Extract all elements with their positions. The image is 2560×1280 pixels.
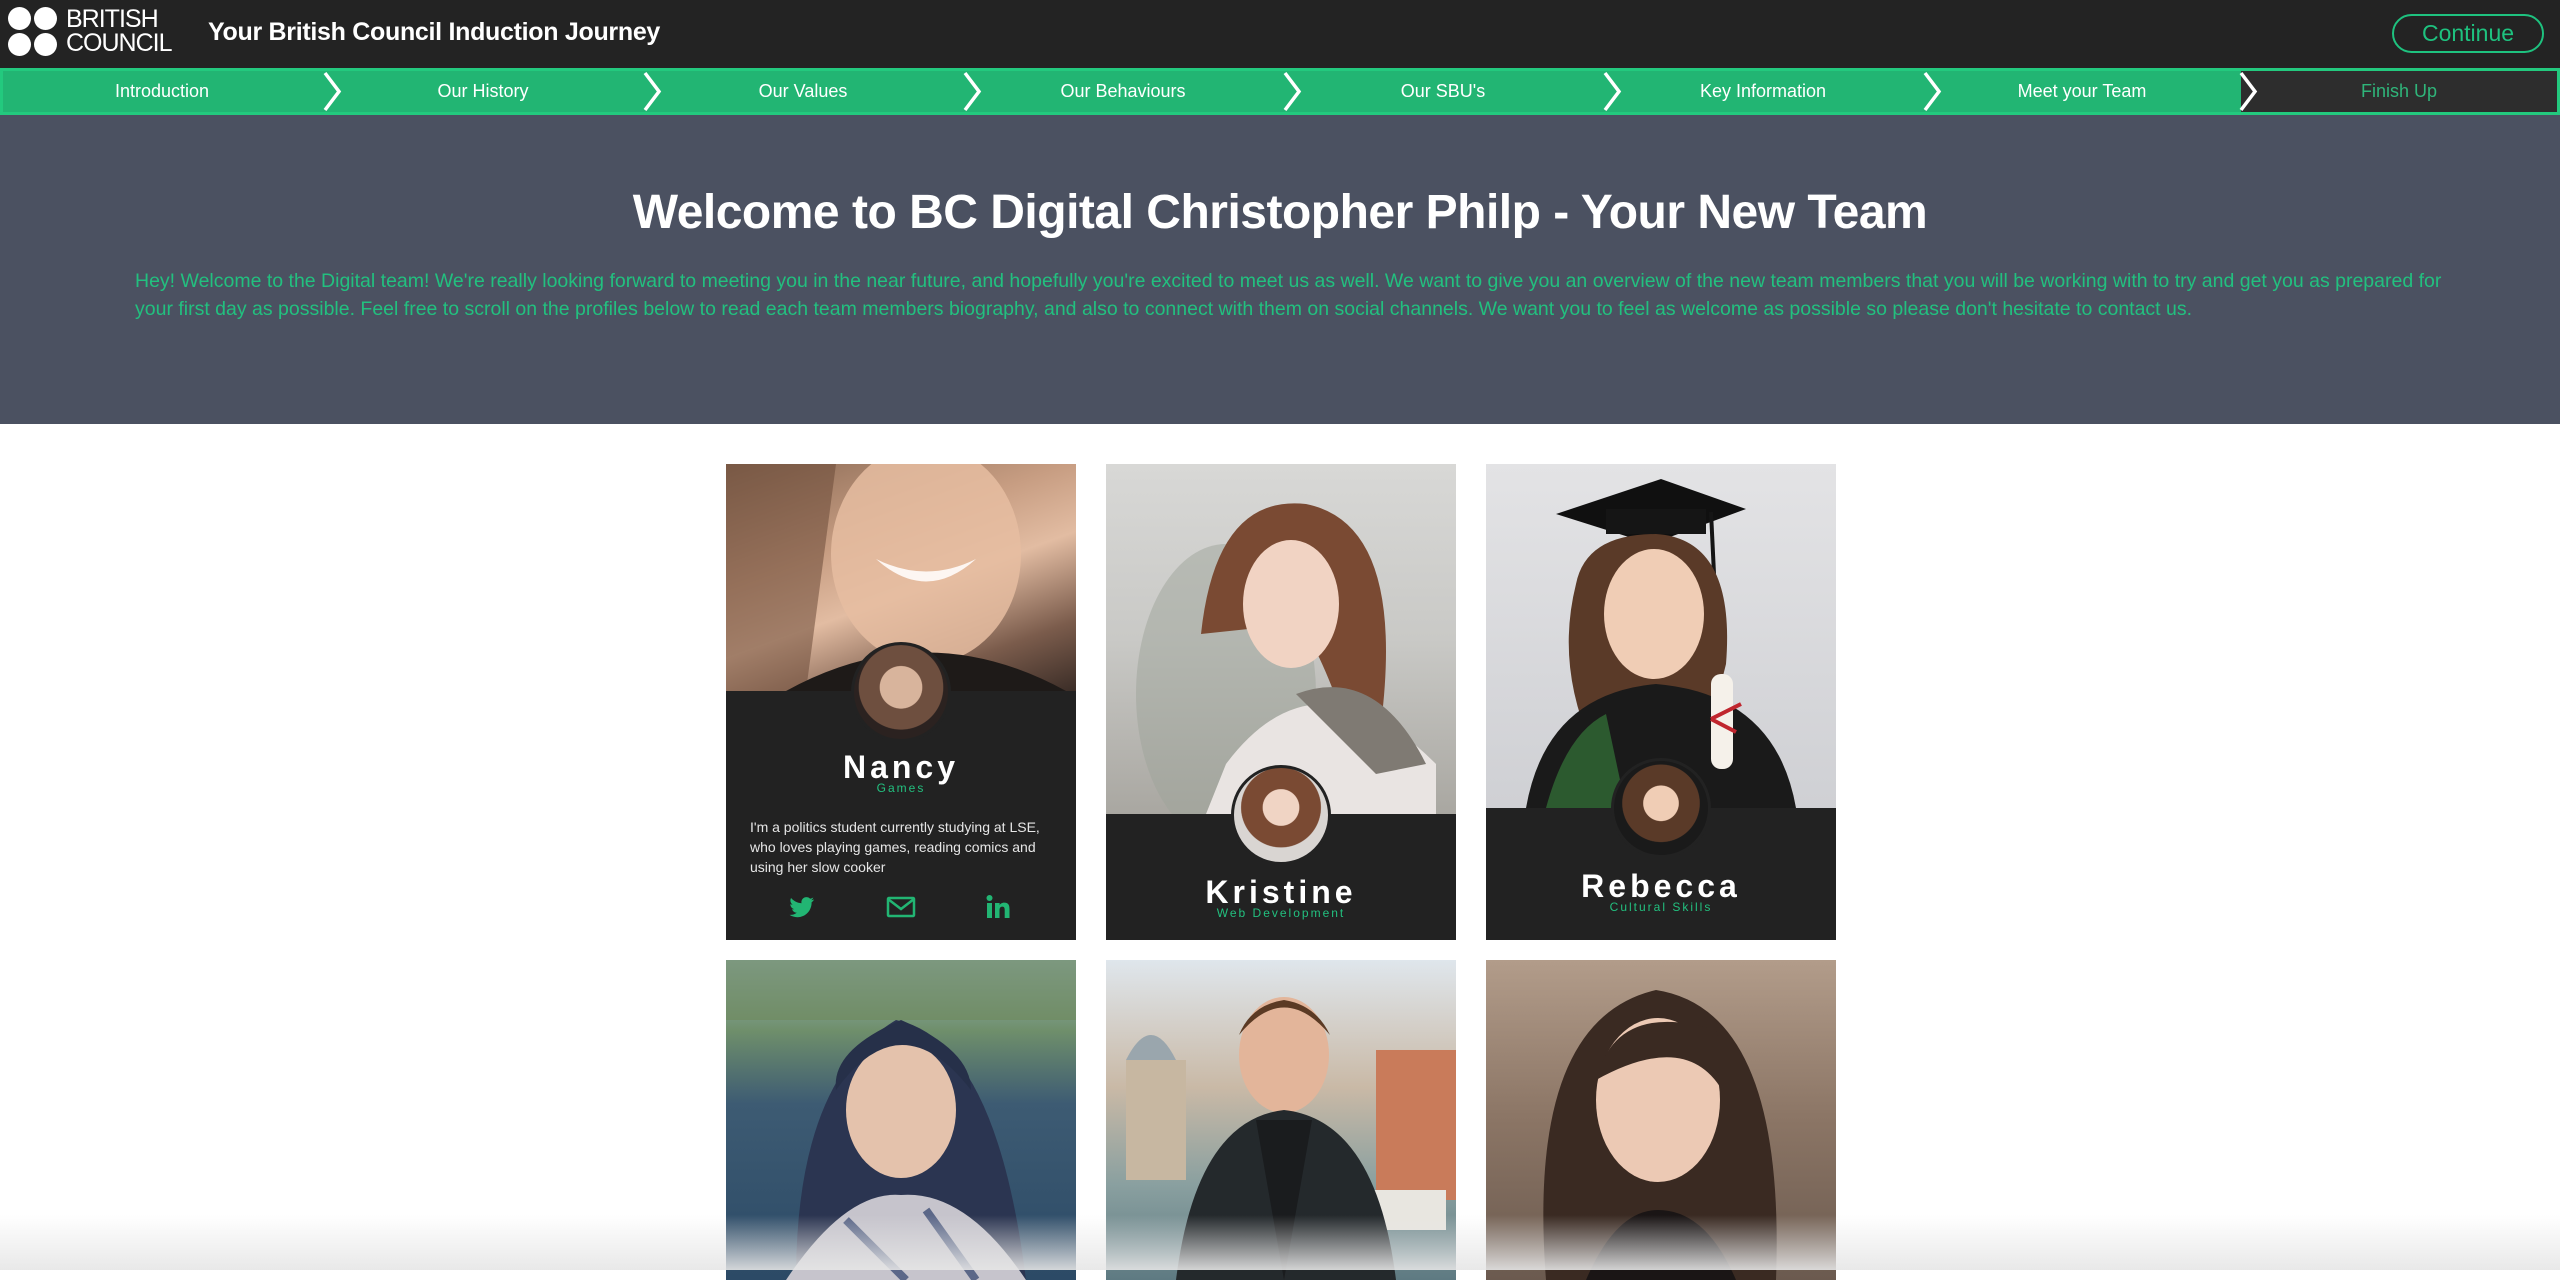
step-key-information[interactable]: Key Information xyxy=(1603,71,1923,112)
page-title: Welcome to BC Digital Christopher Philp … xyxy=(632,186,1928,239)
logo-text: BRITISH COUNCIL xyxy=(66,5,173,57)
team-card-nancy[interactable]: Nancy Games I'm a politics student curre… xyxy=(726,464,1076,940)
member-role: Web Development xyxy=(1216,906,1346,920)
rebecca-cover-photo xyxy=(1486,464,1836,808)
nancy-avatar xyxy=(851,642,951,742)
chevron-right-icon xyxy=(963,71,982,112)
step-navigation: Introduction Our History Our Values Our … xyxy=(0,68,2560,115)
envelope-icon[interactable] xyxy=(886,892,916,922)
chevron-right-icon xyxy=(643,71,662,112)
team-card-rebecca[interactable]: Rebecca Cultural Skills xyxy=(1486,464,1836,940)
hero-banner: Welcome to BC Digital Christopher Philp … xyxy=(0,115,2560,424)
british-council-logo[interactable]: BRITISH COUNCIL xyxy=(8,6,183,58)
step-our-history[interactable]: Our History xyxy=(323,71,643,112)
step-meet-your-team[interactable]: Meet your Team xyxy=(1923,71,2241,112)
step-our-sbus[interactable]: Our SBU's xyxy=(1283,71,1603,112)
step-our-values[interactable]: Our Values xyxy=(643,71,963,112)
app-title: Your British Council Induction Journey xyxy=(208,18,661,46)
step-finish-up[interactable]: Finish Up xyxy=(2241,71,2557,112)
linkedin-icon[interactable] xyxy=(983,892,1013,922)
kristine-avatar xyxy=(1231,765,1331,865)
chevron-right-icon xyxy=(2239,71,2258,112)
chevron-right-icon xyxy=(1923,71,1942,112)
member-role: Games xyxy=(876,781,926,795)
team-card-kristine[interactable]: Kristine Web Development xyxy=(1106,464,1456,940)
kristine-cover-photo xyxy=(1106,464,1456,814)
top-header: BRITISH COUNCIL Your British Council Ind… xyxy=(0,0,2560,68)
continue-button[interactable]: Continue xyxy=(2392,14,2544,53)
step-introduction[interactable]: Introduction xyxy=(3,71,321,112)
member-bio: I'm a politics student currently studyin… xyxy=(750,819,1040,875)
step-our-behaviours[interactable]: Our Behaviours xyxy=(963,71,1283,112)
chevron-right-icon xyxy=(323,71,342,112)
rebecca-avatar xyxy=(1611,758,1711,858)
chevron-right-icon xyxy=(1603,71,1622,112)
bottom-scroll-shadow xyxy=(0,1215,2560,1270)
intro-paragraph: Hey! Welcome to the Digital team! We're … xyxy=(135,270,2442,320)
member-role: Cultural Skills xyxy=(1609,900,1713,914)
twitter-icon[interactable] xyxy=(787,892,817,922)
logo-dots-icon xyxy=(8,7,60,59)
chevron-right-icon xyxy=(1283,71,1302,112)
